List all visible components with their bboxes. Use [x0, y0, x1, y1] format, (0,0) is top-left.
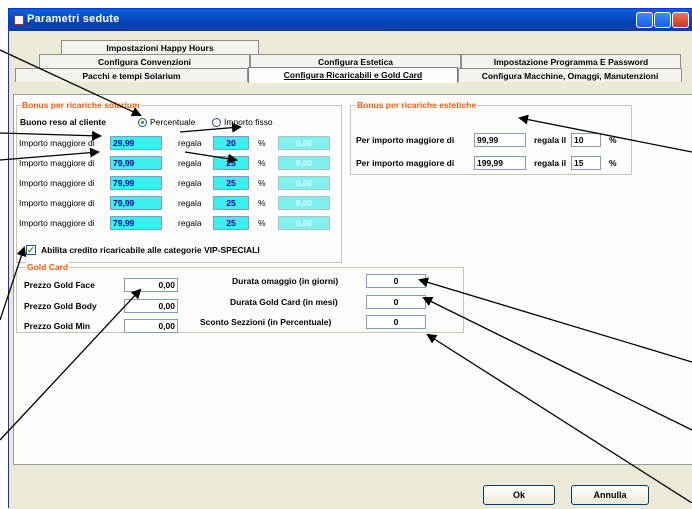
cancel-button[interactable]: Annulla	[571, 485, 649, 505]
regala-label: regala	[178, 218, 202, 228]
percent-input[interactable]: 25	[213, 196, 249, 210]
percent-input[interactable]: 20	[213, 136, 249, 150]
percent-unit: %	[258, 218, 266, 228]
gold-face-label: Prezzo Gold Face	[24, 280, 95, 290]
regala-label: regala	[178, 158, 202, 168]
tab-estetica[interactable]: Configura Estetica	[250, 54, 461, 68]
app-icon	[14, 15, 24, 25]
gold-min-label: Prezzo Gold Min	[24, 321, 91, 331]
minimize-button[interactable]	[636, 12, 653, 28]
settings-window: Parametri sedute Impostazioni Happy Hour…	[8, 8, 692, 509]
gold-face-input[interactable]: 0,00	[124, 278, 178, 292]
amount-input[interactable]: 79,99	[110, 216, 162, 230]
disabled-value: 0,00	[278, 136, 330, 150]
regala-label: regala il	[534, 135, 567, 145]
gold-min-input[interactable]: 0,00	[124, 319, 178, 333]
maximize-button[interactable]	[654, 12, 671, 28]
gold-body-input[interactable]: 0,00	[124, 299, 178, 313]
durata-gold-card-label: Durata Gold Card (in mesi)	[230, 297, 338, 307]
ok-button[interactable]: Ok	[483, 485, 555, 505]
percent-unit: %	[258, 158, 266, 168]
row-label: Importo maggiore di	[19, 158, 95, 168]
regala-label: regala	[178, 178, 202, 188]
sconto-sezzioni-input[interactable]: 0	[366, 315, 426, 329]
percent-input[interactable]: 25	[213, 216, 249, 230]
radio-percentuale-label: Percentuale	[150, 117, 196, 127]
gold-body-label: Prezzo Gold Body	[24, 301, 97, 311]
amount-input[interactable]: 79,99	[110, 156, 162, 170]
amount-input[interactable]: 99,99	[474, 133, 526, 147]
disabled-value: 0,00	[278, 176, 330, 190]
vip-checkbox-label: Abilita credito ricaricabile alle catego…	[41, 245, 260, 255]
percent-unit: %	[258, 198, 266, 208]
percent-input[interactable]: 15	[571, 156, 601, 170]
percent-input[interactable]: 10	[571, 133, 601, 147]
durata-omaggio-label: Durata omaggio (in giorni)	[232, 276, 339, 286]
durata-gold-card-input[interactable]: 0	[366, 295, 426, 309]
disabled-value: 0,00	[278, 196, 330, 210]
title-bar[interactable]: Parametri sedute	[9, 9, 692, 31]
amount-input[interactable]: 79,99	[110, 196, 162, 210]
row-label: Per importo maggiore di	[356, 158, 455, 168]
tab-convenzioni[interactable]: Configura Convenzioni	[39, 54, 250, 68]
estetica-bonus-title: Bonus per ricariche estetiche	[356, 100, 478, 110]
row-label: Importo maggiore di	[19, 218, 95, 228]
tab-macchine-omaggi[interactable]: Configura Macchine, Omaggi, Manutenzioni	[458, 68, 682, 82]
tab-solarium[interactable]: Pacchi e tempi Solarium	[15, 68, 248, 82]
amount-input[interactable]: 199,99	[474, 156, 526, 170]
amount-input[interactable]: 79,99	[110, 176, 162, 190]
tab-panel: Bonus per ricariche solarium Buono reso …	[13, 94, 692, 465]
gold-card-title: Gold Card	[26, 262, 70, 272]
amount-input[interactable]: 29,99	[110, 136, 162, 150]
tab-ricaricabili-gold-card[interactable]: Configura Ricaricabili e Gold Card	[248, 67, 458, 83]
radio-importo-fisso[interactable]	[212, 118, 221, 127]
close-button[interactable]	[672, 12, 689, 28]
sconto-sezzioni-label: Sconto Sezzioni (in Percentuale)	[200, 317, 332, 327]
regala-label: regala il	[534, 158, 567, 168]
percent-unit: %	[609, 135, 617, 145]
regala-label: regala	[178, 198, 202, 208]
radio-percentuale[interactable]	[138, 118, 147, 127]
durata-omaggio-input[interactable]: 0	[366, 274, 426, 288]
regala-label: regala	[178, 138, 202, 148]
row-label: Importo maggiore di	[19, 198, 95, 208]
disabled-value: 0,00	[278, 156, 330, 170]
row-label: Importo maggiore di	[19, 178, 95, 188]
percent-unit: %	[609, 158, 617, 168]
row-label: Per importo maggiore di	[356, 135, 455, 145]
percent-unit: %	[258, 138, 266, 148]
percent-unit: %	[258, 178, 266, 188]
buono-cliente-label: Buono reso al cliente	[20, 117, 106, 127]
tab-programma-password[interactable]: Impostazione Programma E Password	[461, 54, 681, 68]
disabled-value: 0,00	[278, 216, 330, 230]
radio-importo-fisso-label: Importo fisso	[224, 117, 273, 127]
vip-checkbox[interactable]: ✓	[26, 245, 36, 255]
percent-input[interactable]: 25	[213, 156, 249, 170]
percent-input[interactable]: 25	[213, 176, 249, 190]
tab-happy-hours[interactable]: Impostazioni Happy Hours	[61, 40, 259, 54]
solarium-bonus-title: Bonus per ricariche solarium	[21, 100, 141, 110]
window-title: Parametri sedute	[27, 13, 120, 25]
row-label: Importo maggiore di	[19, 138, 95, 148]
button-bar: Ok Annulla	[9, 479, 692, 509]
